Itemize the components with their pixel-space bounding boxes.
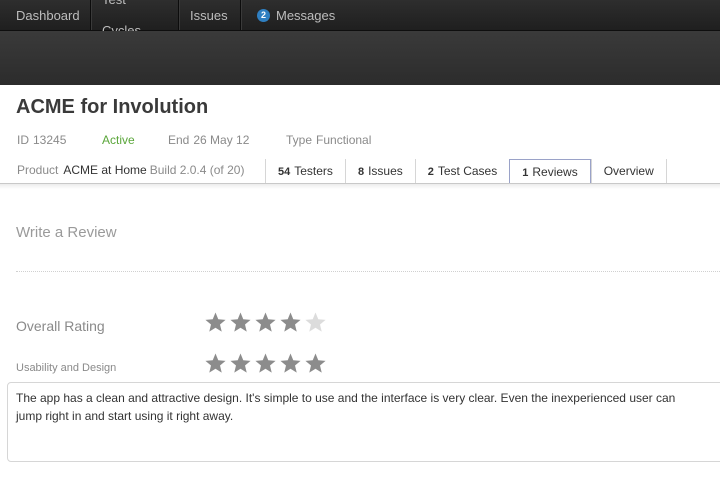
tab-overview-label: Overview (603, 164, 654, 178)
cycle-end-label: End (168, 133, 190, 147)
tabs-shadow (0, 184, 720, 189)
tab-issues-label: Issues (368, 164, 403, 178)
nav-test-cycles[interactable]: Test Cycles (91, 0, 179, 38)
nav-dashboard-label: Dashboard (16, 7, 80, 23)
build-info: Build 2.0.4 (of 20) (149, 163, 245, 177)
status-badge: Active (102, 133, 135, 147)
tab-reviews-count: 1 (522, 167, 529, 179)
star-filled-icon[interactable] (204, 311, 227, 334)
cycle-type-label: Type (286, 133, 313, 147)
star-filled-icon[interactable] (229, 311, 252, 334)
star-empty-icon[interactable] (304, 311, 327, 334)
product-info: Product ACME at Home Build 2.0.4 (of 20) (17, 163, 244, 177)
overall-rating-stars (204, 311, 327, 334)
cycle-tabs: 54 Testers 8 Issues 2 Test Cases 1 Reviews O… (265, 159, 667, 184)
star-filled-icon[interactable] (229, 352, 252, 375)
header-band (0, 31, 720, 85)
tab-testers[interactable]: 54 Testers (265, 159, 345, 183)
cycle-end-value: 26 May 12 (193, 133, 250, 147)
tab-test-cases-label: Test Cases (437, 164, 498, 178)
review-text-input[interactable]: The app has a clean and attractive desig… (7, 382, 720, 462)
tab-test-cases-count: 2 (427, 166, 434, 178)
nav-messages-label: Messages (276, 7, 336, 23)
messages-count-badge: 2 (257, 8, 270, 22)
write-review-title: Write a Review (16, 224, 117, 241)
star-filled-icon[interactable] (254, 311, 277, 334)
cycle-id-label: ID (17, 133, 29, 147)
cycle-id-value: 13245 (33, 133, 67, 147)
tab-overview[interactable]: Overview (590, 159, 667, 183)
review-text: The app has a clean and attractive desig… (16, 391, 676, 423)
star-filled-icon[interactable] (279, 311, 302, 334)
star-filled-icon[interactable] (304, 352, 327, 375)
cycle-end: End 26 May 12 (168, 133, 249, 147)
nav-dashboard[interactable]: Dashboard (0, 0, 91, 30)
cycle-type: Type Functional (286, 133, 371, 147)
usability-rating-label: Usability and Design (16, 362, 117, 374)
tab-issues[interactable]: 8 Issues (344, 159, 415, 183)
star-filled-icon[interactable] (254, 352, 277, 375)
cycle-type-value: Functional (316, 133, 372, 147)
cycle-id: ID 13245 (17, 133, 66, 147)
tab-reviews[interactable]: 1 Reviews (509, 159, 591, 184)
tab-issues-count: 8 (357, 166, 365, 178)
tab-test-cases[interactable]: 2 Test Cases (414, 159, 510, 183)
nav-issues[interactable]: Issues (179, 0, 241, 30)
top-nav: Dashboard Test Cycles Issues 2 Messages (0, 0, 720, 38)
tab-testers-label: Testers (294, 164, 333, 178)
page-title: ACME for Involution (16, 96, 209, 118)
section-divider (16, 271, 720, 272)
product-label: Product (17, 163, 59, 177)
nav-issues-label: Issues (190, 7, 228, 23)
tab-testers-count: 54 (278, 166, 291, 178)
nav-messages[interactable]: 2 Messages (241, 0, 347, 30)
product-name: ACME at Home (63, 163, 147, 177)
star-filled-icon[interactable] (279, 352, 302, 375)
tab-reviews-label: Reviews (532, 165, 578, 179)
usability-rating-stars (204, 352, 327, 375)
star-filled-icon[interactable] (204, 352, 227, 375)
overall-rating-label: Overall Rating (16, 318, 105, 334)
